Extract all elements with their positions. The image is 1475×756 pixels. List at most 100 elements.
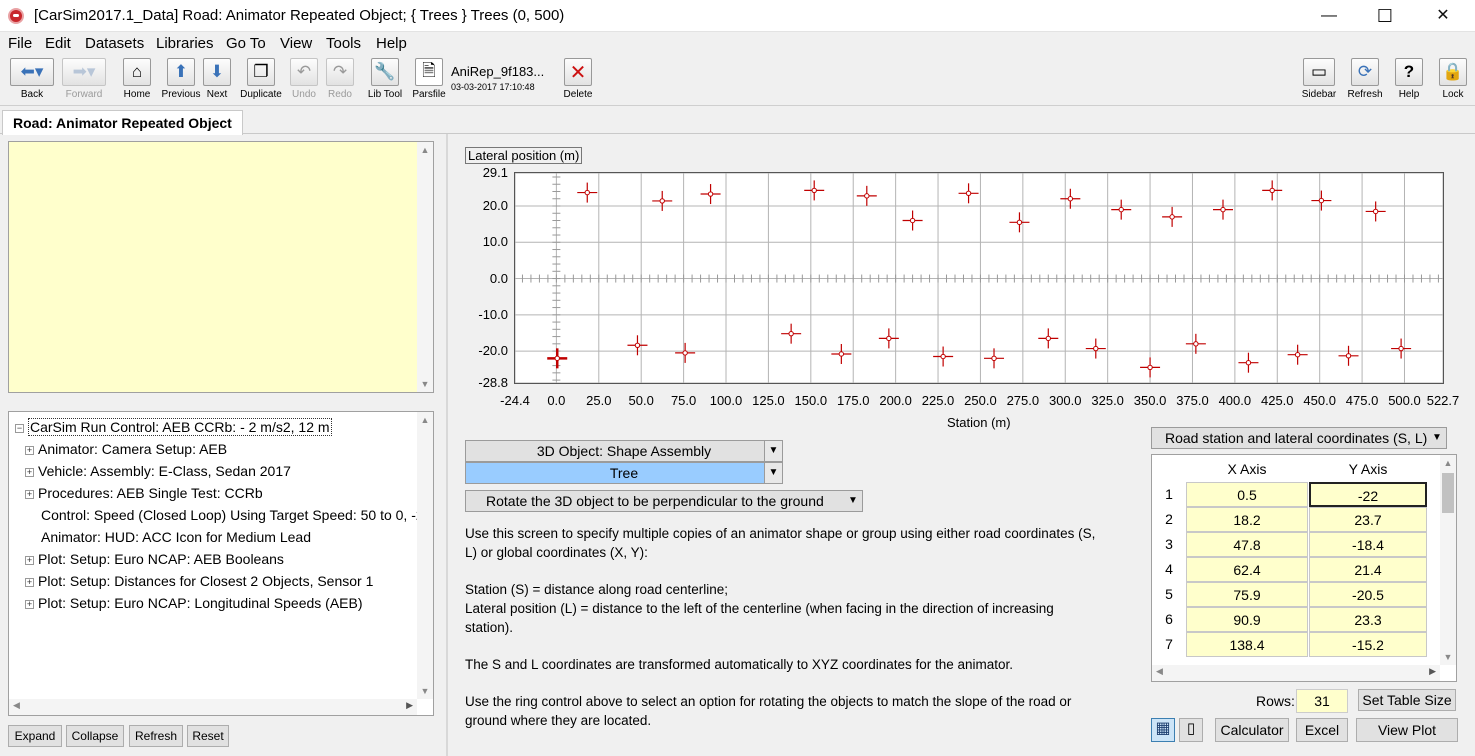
tree-item-hud[interactable]: Animator: HUD: ACC Icon for Medium Lead [41,526,311,548]
reset-button[interactable]: Reset [187,725,229,747]
scroll-down-icon[interactable]: ▼ [417,376,433,392]
y-value-cell[interactable]: 23.7 [1309,507,1427,532]
data-point [634,342,641,348]
notes-scrollbar[interactable]: ▲ ▼ [417,142,433,392]
delete-button[interactable]: ✕ Delete [562,58,594,104]
table-row: 3 47.8 -18.4 [1152,532,1442,557]
scroll-up-icon[interactable]: ▲ [417,142,433,158]
chart-plot-area[interactable] [514,172,1444,384]
x-value-cell[interactable]: 0.5 [1186,482,1308,507]
scroll-down-icon[interactable]: ▼ [417,683,433,699]
home-button[interactable]: ⌂ Home [120,58,154,104]
chart-svg [515,173,1443,383]
set-table-size-button[interactable]: Set Table Size [1358,689,1456,711]
object-name-ring[interactable]: Tree ▼ [465,462,783,484]
rows-label: Rows: [1256,693,1295,709]
tree-item-speed-control[interactable]: Control: Speed (Closed Loop) Using Targe… [41,504,424,526]
scroll-down-icon[interactable]: ▼ [1440,649,1456,665]
x-value-cell[interactable]: 18.2 [1186,507,1308,532]
dataset-name: AniRep_9f183... [451,64,545,79]
table-vertical-scrollbar[interactable]: ▲ ▼ [1440,455,1456,665]
maximize-button[interactable]: ☐ [1356,0,1414,32]
collapse-button[interactable]: Collapse [66,725,124,747]
tree-item-plot-distances[interactable]: + Plot: Setup: Distances for Closest 2 Ob… [25,570,373,592]
menu-edit[interactable]: Edit [45,35,71,52]
data-point [1269,187,1275,194]
lock-button[interactable]: 🔒 Lock [1438,58,1468,104]
rotation-option-ring[interactable]: Rotate the 3D object to be perpendicular… [465,490,863,512]
x-value-cell[interactable]: 138.4 [1186,632,1308,657]
data-point [707,191,714,197]
table-horizontal-scrollbar[interactable]: ◀ ▶ [1152,665,1440,681]
panel-splitter[interactable] [446,134,448,756]
tree-item-vehicle-assembly[interactable]: + Vehicle: Assembly: E-Class, Sedan 2017 [25,460,291,482]
tab-road-animator-repeated-object[interactable]: Road: Animator Repeated Object [2,110,243,135]
scroll-up-icon[interactable]: ▲ [417,412,433,428]
menu-help[interactable]: Help [376,35,407,52]
table-row: 6 90.9 23.3 [1152,607,1442,632]
y-value-cell[interactable]: -18.4 [1309,532,1427,557]
minimize-button[interactable]: — [1300,0,1358,32]
coordinate-system-ring[interactable]: Road station and lateral coordinates (S,… [1151,427,1447,449]
parsfile-button[interactable]: 🗎 Parsfile [412,58,446,104]
table-row: 5 75.9 -20.5 [1152,582,1442,607]
lib-tool-button[interactable]: 🔧 Lib Tool [366,58,404,104]
help-button[interactable]: ? Help [1394,58,1424,104]
tree-item-plot-aeb-booleans[interactable]: + Plot: Setup: Euro NCAP: AEB Booleans [25,548,284,570]
view-plot-button[interactable]: View Plot [1356,718,1458,742]
menu-datasets[interactable]: Datasets [85,35,144,52]
y-value-cell[interactable]: -15.2 [1309,632,1427,657]
chevron-down-icon: ▼ [1432,432,1442,443]
scroll-right-icon[interactable]: ▶ [1429,666,1436,677]
menu-file[interactable]: File [8,35,32,52]
y-value-cell[interactable]: -22 [1309,482,1427,507]
scroll-left-icon[interactable]: ◀ [13,700,20,711]
previous-button[interactable]: ⬆ Previous [160,58,202,104]
tree-item-run-control[interactable]: − CarSim Run Control: AEB CCRb: - 2 m/s2,… [15,416,332,438]
redo-button[interactable]: ↷ Redo [324,58,356,104]
calculator-button[interactable]: Calculator [1215,718,1289,742]
sidebar-button[interactable]: ▭ Sidebar [1300,58,1338,104]
forward-arrow-icon: ➡▾ [72,62,96,81]
duplicate-button[interactable]: ❐ Duplicate [238,58,284,104]
refresh-toolbar-button[interactable]: ⟳ Refresh [1346,58,1384,104]
refresh-tree-button[interactable]: Refresh [129,725,183,747]
scroll-left-icon[interactable]: ◀ [1156,666,1163,677]
plot-view-toggle[interactable]: ▯ [1179,718,1203,742]
scroll-up-icon[interactable]: ▲ [1440,455,1456,471]
forward-button[interactable]: ➡▾ Forward [60,58,108,104]
tree-item-plot-longitudinal-speeds[interactable]: + Plot: Setup: Euro NCAP: Longitudinal Sp… [25,592,363,614]
scroll-right-icon[interactable]: ▶ [406,700,413,711]
row-number: 1 [1165,486,1173,502]
undo-button[interactable]: ↶ Undo [288,58,320,104]
tree-item-procedures[interactable]: + Procedures: AEB Single Test: CCRb [25,482,263,504]
data-point [991,355,997,362]
notes-field[interactable]: ▲ ▼ [8,141,434,393]
x-value-cell[interactable]: 90.9 [1186,607,1308,632]
y-value-cell[interactable]: 23.3 [1309,607,1427,632]
expand-button[interactable]: Expand [8,725,62,747]
x-value-cell[interactable]: 62.4 [1186,557,1308,582]
rows-input[interactable]: 31 [1296,689,1348,713]
tree-horizontal-scrollbar[interactable]: ◀ ▶ [9,699,417,715]
excel-button[interactable]: Excel [1296,718,1348,742]
object-type-ring[interactable]: 3D Object: Shape Assembly ▼ [465,440,783,462]
data-point [1345,353,1352,359]
close-button[interactable]: ✕ [1414,0,1472,32]
y-value-cell[interactable]: 21.4 [1309,557,1427,582]
x-value-cell[interactable]: 75.9 [1186,582,1308,607]
menu-tools[interactable]: Tools [326,35,361,52]
menu-libraries[interactable]: Libraries [156,35,214,52]
menu-view[interactable]: View [280,35,312,52]
table-view-toggle[interactable]: ▦ [1151,718,1175,742]
tree-vertical-scrollbar[interactable]: ▲ ▼ [417,412,433,699]
data-point [788,330,794,337]
scrollbar-thumb[interactable] [1442,473,1454,513]
menu-go-to[interactable]: Go To [226,35,266,52]
back-button[interactable]: ⬅▾ Back [8,58,56,104]
y-value-cell[interactable]: -20.5 [1309,582,1427,607]
tree-item-camera-setup[interactable]: + Animator: Camera Setup: AEB [25,438,227,460]
next-button[interactable]: ⬇ Next [202,58,232,104]
x-value-cell[interactable]: 47.8 [1186,532,1308,557]
table-grid-icon: ▦ [1155,720,1171,737]
